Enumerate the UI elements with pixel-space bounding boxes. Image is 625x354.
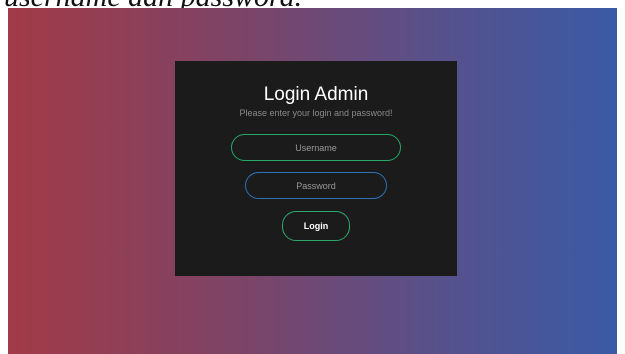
- login-card: Login Admin Please enter your login and …: [175, 61, 457, 276]
- username-input[interactable]: [231, 134, 401, 161]
- login-title: Login Admin: [263, 84, 369, 105]
- login-subtitle: Please enter your login and password!: [239, 108, 393, 118]
- login-button[interactable]: Login: [282, 211, 350, 241]
- password-input[interactable]: [245, 172, 387, 199]
- gradient-background: Login Admin Please enter your login and …: [8, 8, 617, 354]
